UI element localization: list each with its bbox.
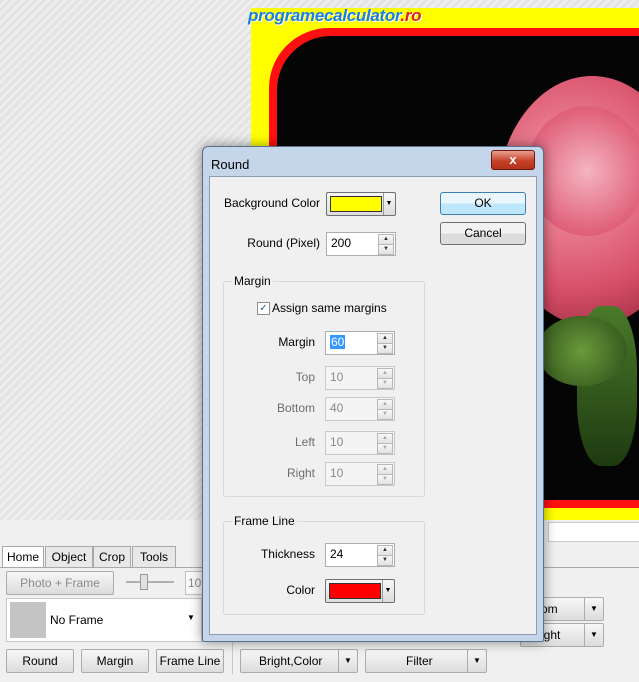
chevron-down-icon: ▼ xyxy=(584,598,603,620)
dialog-body: Background Color ▼ Round (Pixel) 200 ▲ ▼… xyxy=(209,176,537,635)
bright-color-button[interactable]: Bright,Color ▼ xyxy=(240,649,358,673)
background-color-swatch xyxy=(330,196,382,212)
frame-color-picker[interactable]: ▼ xyxy=(325,579,395,603)
spin-down-icon[interactable]: ▼ xyxy=(377,409,393,420)
close-button[interactable]: x xyxy=(491,150,535,170)
frame-line-group-title: Frame Line xyxy=(232,514,297,528)
background-color-label: Background Color xyxy=(223,196,320,210)
assign-same-margins-checkbox[interactable]: ✓ xyxy=(257,302,270,315)
thickness-label: Thickness xyxy=(260,547,315,561)
frame-thumbnail xyxy=(10,602,46,638)
round-dialog: Round x Background Color ▼ Round (Pixel)… xyxy=(202,146,544,642)
chevron-down-icon: ▼ xyxy=(383,193,394,215)
chevron-down-icon: ▼ xyxy=(584,624,603,646)
tab-object[interactable]: Object xyxy=(45,546,93,567)
ok-button[interactable]: OK xyxy=(440,192,526,215)
watermark-text: programecalculator xyxy=(248,6,401,25)
margin-stepper[interactable]: 60 ▲ ▼ xyxy=(325,331,395,355)
zoom-slider-thumb[interactable] xyxy=(140,574,148,590)
photo-frame-button[interactable]: Photo + Frame xyxy=(6,571,114,595)
dialog-title: Round xyxy=(211,157,250,172)
thickness-value: 24 xyxy=(330,547,344,561)
margin-group: Margin ✓ Assign same margins Margin 60 ▲… xyxy=(223,274,425,497)
tab-crop[interactable]: Crop xyxy=(93,546,131,567)
left-label: Left xyxy=(294,435,315,449)
spin-down-icon[interactable]: ▼ xyxy=(377,474,393,485)
chevron-down-icon: ▼ xyxy=(187,613,195,622)
frame-select[interactable]: No Frame ▼ xyxy=(6,598,202,642)
filter-label: Filter xyxy=(406,654,433,668)
frame-line-button[interactable]: Frame Line xyxy=(156,649,224,673)
thickness-stepper[interactable]: 24 ▲ ▼ xyxy=(325,543,395,567)
chevron-down-icon: ▼ xyxy=(467,650,486,672)
margin-group-title: Margin xyxy=(232,274,273,288)
cancel-button[interactable]: Cancel xyxy=(440,222,526,245)
margin-label: Margin xyxy=(278,335,315,349)
top-stepper[interactable]: 10 ▲ ▼ xyxy=(325,366,395,390)
bottom-label: Bottom xyxy=(276,401,315,415)
frame-color-label: Color xyxy=(286,583,315,597)
watermark-suffix: .ro xyxy=(400,6,422,25)
top-label: Top xyxy=(295,370,315,384)
status-field xyxy=(548,522,639,542)
right-value: 10 xyxy=(330,466,344,480)
spin-down-icon[interactable]: ▼ xyxy=(377,555,393,566)
spin-down-icon[interactable]: ▼ xyxy=(377,378,393,389)
round-pixel-stepper[interactable]: 200 ▲ ▼ xyxy=(326,232,396,256)
chevron-down-icon: ▼ xyxy=(338,650,357,672)
bottom-value: 40 xyxy=(330,401,344,415)
round-pixel-value: 200 xyxy=(331,236,352,250)
spin-down-icon[interactable]: ▼ xyxy=(377,343,393,354)
top-value: 10 xyxy=(330,370,344,384)
zoom-slider-track[interactable] xyxy=(126,581,174,583)
bright-color-label: Bright,Color xyxy=(259,654,323,668)
margin-button[interactable]: Margin xyxy=(81,649,149,673)
left-stepper[interactable]: 10 ▲ ▼ xyxy=(325,431,395,455)
background-color-picker[interactable]: ▼ xyxy=(326,192,396,216)
right-stepper[interactable]: 10 ▲ ▼ xyxy=(325,462,395,486)
tab-tools[interactable]: Tools xyxy=(132,546,176,567)
right-label: Right xyxy=(286,466,315,480)
tab-home[interactable]: Home xyxy=(2,546,44,568)
chevron-down-icon: ▼ xyxy=(382,580,393,602)
margin-value: 60 xyxy=(330,335,346,349)
left-value: 10 xyxy=(330,435,344,449)
spin-down-icon[interactable]: ▼ xyxy=(377,443,393,454)
filter-button[interactable]: Filter ▼ xyxy=(365,649,487,673)
bottom-stepper[interactable]: 40 ▲ ▼ xyxy=(325,397,395,421)
frame-select-value: No Frame xyxy=(50,613,104,627)
frame-line-group: Frame Line Thickness 24 ▲ ▼ Color ▼ xyxy=(223,514,425,615)
round-pixel-label: Round (Pixel) xyxy=(247,236,320,250)
spin-down-icon[interactable]: ▼ xyxy=(378,244,394,255)
frame-color-swatch xyxy=(329,583,381,599)
watermark: programecalculator.ro xyxy=(248,6,422,26)
assign-same-margins-label: Assign same margins xyxy=(272,301,387,315)
round-button[interactable]: Round xyxy=(6,649,74,673)
